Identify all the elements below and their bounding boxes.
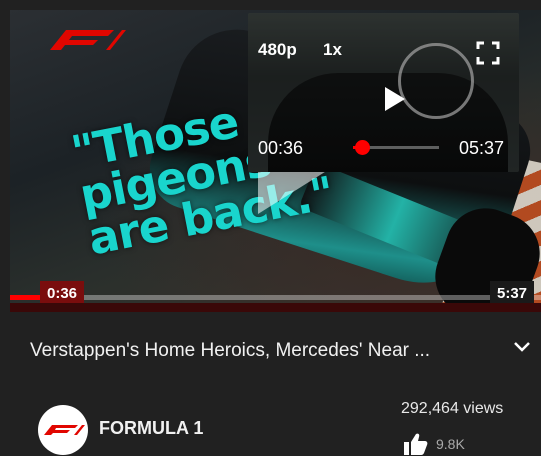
preview-progress-bar[interactable]: [353, 140, 439, 155]
fullscreen-icon[interactable]: [476, 41, 500, 65]
preview-total-time: 05:37: [459, 138, 505, 158]
progress-bar[interactable]: [10, 295, 541, 300]
channel-avatar[interactable]: [38, 405, 88, 455]
speed-button[interactable]: 1x: [323, 40, 342, 60]
preview-play-icon[interactable]: [383, 85, 407, 113]
f1-logo-icon: [50, 30, 126, 50]
preview-current-time: 00:36: [258, 138, 304, 158]
like-icon[interactable]: [402, 432, 428, 456]
chevron-down-icon[interactable]: [513, 340, 531, 354]
video-title[interactable]: Verstappen's Home Heroics, Mercedes' Nea…: [30, 340, 500, 362]
channel-name[interactable]: FORMULA 1: [99, 418, 203, 439]
quality-button[interactable]: 480p: [258, 40, 297, 60]
view-count: 292,464 views: [401, 400, 504, 417]
f1-logo-icon: [44, 425, 85, 435]
progress-shadow: [10, 303, 541, 312]
preview-window[interactable]: 480p 1x 00:36 05:37: [248, 13, 519, 172]
